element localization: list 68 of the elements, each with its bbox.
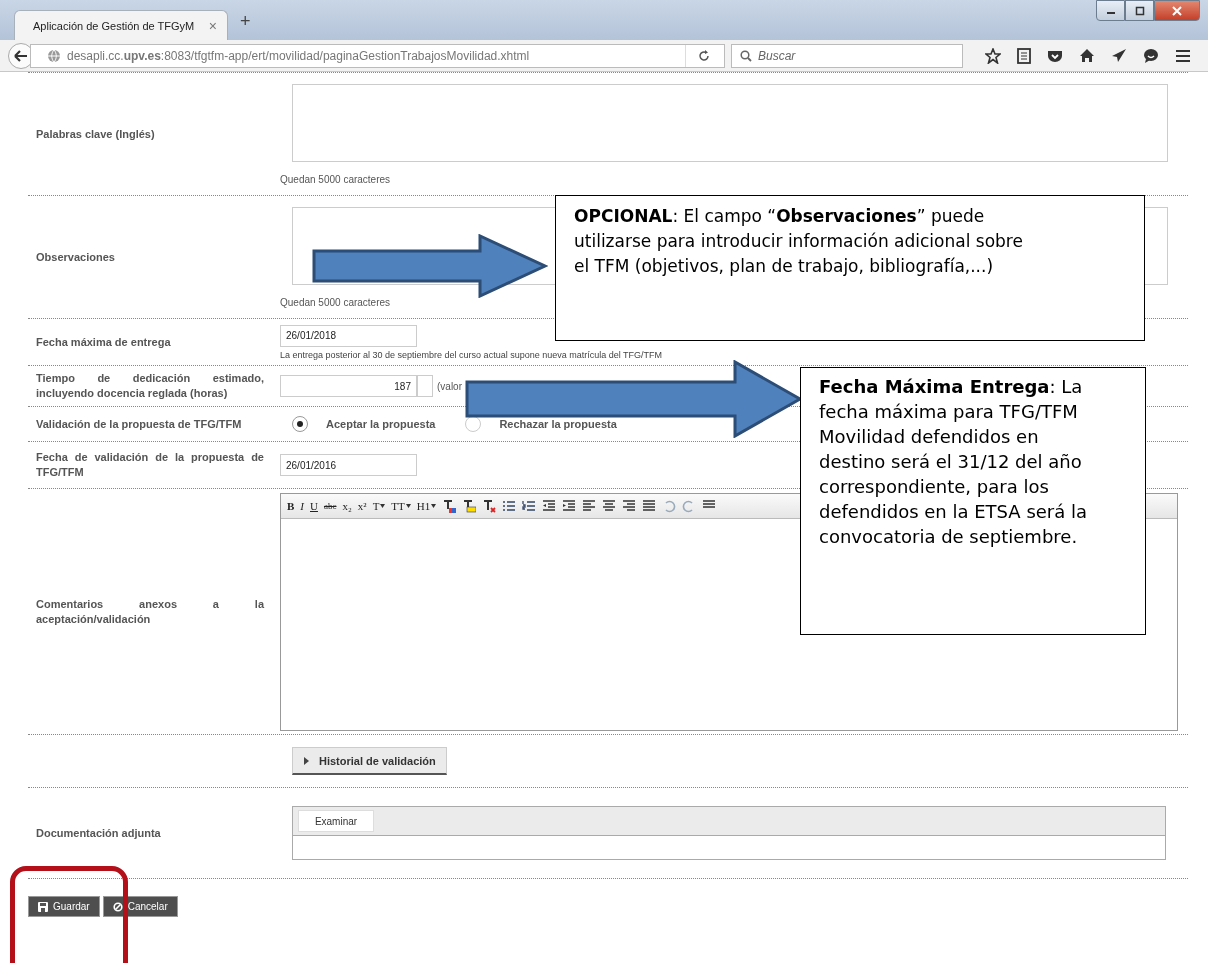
align-right-icon[interactable] bbox=[622, 498, 637, 513]
send-icon[interactable] bbox=[1111, 48, 1127, 63]
format-button[interactable]: U bbox=[310, 499, 318, 512]
character-counter: Quedan 5000 caracteres bbox=[280, 296, 391, 308]
character-counter: Quedan 5000 caracteres bbox=[280, 173, 391, 185]
star-icon[interactable] bbox=[985, 47, 1001, 64]
format-button[interactable]: I bbox=[300, 499, 304, 512]
home-icon[interactable] bbox=[1079, 48, 1095, 63]
close-button[interactable] bbox=[1154, 0, 1200, 21]
date-field[interactable]: 26/01/2018 bbox=[280, 324, 417, 347]
menu-icon[interactable] bbox=[1175, 48, 1191, 63]
format-button[interactable]: x₂ bbox=[342, 499, 352, 512]
clear-format-icon[interactable] bbox=[482, 498, 497, 513]
radio-button[interactable]: Aceptar la propuesta bbox=[292, 416, 436, 432]
reading-list-icon[interactable] bbox=[1017, 47, 1031, 64]
field-label: Fecha de validación de la propuesta de TFG/TFM bbox=[36, 450, 264, 480]
field-label: Fecha máxima de entrega bbox=[36, 334, 172, 350]
caret-icon bbox=[405, 503, 411, 508]
address-bar[interactable]: desapli.cc.upv.es:8083/tfgtfm-app/ert/movilidad/paginaGestionTrabajosMovilidad.xhtml bbox=[30, 43, 725, 68]
indent-icon[interactable] bbox=[562, 498, 577, 513]
triangle-icon bbox=[303, 756, 309, 765]
save-button[interactable]: Guardar bbox=[28, 896, 100, 917]
field-label: Comentarios anexos a la aceptación/validación bbox=[36, 596, 264, 627]
callout-tooltip: Fecha Máxima Entrega: La fecha máxima para TFG/TFM Movilidad defendidos en destino será el 31/12 del año correspondiente, para los defendidos en la ETSA será la convocatoria de septiembre. bbox=[800, 367, 1146, 635]
caret-icon bbox=[431, 503, 437, 508]
bullet-list-icon[interactable] bbox=[502, 498, 517, 513]
maximize-button[interactable] bbox=[1125, 0, 1154, 21]
align-center-icon[interactable] bbox=[602, 498, 617, 513]
date-field[interactable]: 26/01/2016 bbox=[280, 454, 417, 476]
reload-icon bbox=[698, 49, 710, 62]
format-button[interactable]: B bbox=[287, 499, 295, 512]
field-label: Documentación adjunta bbox=[36, 825, 162, 841]
field-label: Palabras clave (Inglés) bbox=[36, 126, 156, 142]
browse-button[interactable]: Examinar bbox=[298, 810, 374, 832]
search-icon bbox=[740, 49, 752, 62]
caret-icon bbox=[380, 503, 386, 508]
format-button[interactable]: H1 bbox=[416, 499, 437, 512]
close-icon bbox=[1172, 5, 1182, 16]
number-field[interactable]: 187 bbox=[280, 375, 417, 397]
hint-text: La entrega posterior al 30 de septiembre del curso actual supone nueva matrícula del TFG/TFM bbox=[280, 349, 663, 360]
format-button[interactable]: T bbox=[372, 499, 386, 512]
callout-tooltip: OPCIONAL: El campo “Observaciones” puede utilizarse para introducir información adicional sobre el TFM (objetivos, plan de trabajo, bibliografía,...) bbox=[555, 195, 1145, 341]
pocket-icon[interactable] bbox=[1047, 48, 1063, 63]
browser-tab[interactable]: Aplicación de Gestión de TFGyM × bbox=[14, 10, 228, 40]
highlight-icon[interactable] bbox=[462, 498, 477, 513]
cancel-icon bbox=[112, 901, 123, 912]
field-note: (valor bbox=[437, 380, 462, 392]
format-button[interactable]: x² bbox=[357, 499, 367, 512]
align-left-icon[interactable] bbox=[582, 498, 597, 513]
minimize-button[interactable] bbox=[1096, 0, 1125, 21]
numbered-list-icon[interactable] bbox=[522, 498, 537, 513]
maximize-icon bbox=[1134, 5, 1145, 16]
format-button[interactable]: abc bbox=[323, 500, 337, 511]
globe-icon bbox=[47, 48, 61, 63]
back-arrow-icon bbox=[14, 49, 28, 62]
format-button[interactable]: TT bbox=[391, 499, 411, 512]
new-tab-button[interactable]: + bbox=[240, 11, 251, 32]
text-color-icon[interactable] bbox=[442, 498, 457, 513]
field-label: Validación de la propuesta de TFG/TFM bbox=[36, 416, 243, 432]
tab-close-button[interactable]: × bbox=[208, 17, 217, 34]
field-label: Observaciones bbox=[36, 249, 116, 265]
justify-icon[interactable] bbox=[642, 498, 657, 513]
field-label: Tiempo de dedicación estimado, incluyendo docencia reglada (horas) bbox=[36, 371, 264, 401]
outdent-icon[interactable] bbox=[542, 498, 557, 513]
history-toggle-button[interactable]: Historial de validación bbox=[292, 747, 447, 775]
cancel-button[interactable]: Cancelar bbox=[102, 896, 178, 917]
chat-icon[interactable] bbox=[1143, 48, 1159, 63]
search-bar[interactable]: Buscar bbox=[731, 43, 963, 68]
